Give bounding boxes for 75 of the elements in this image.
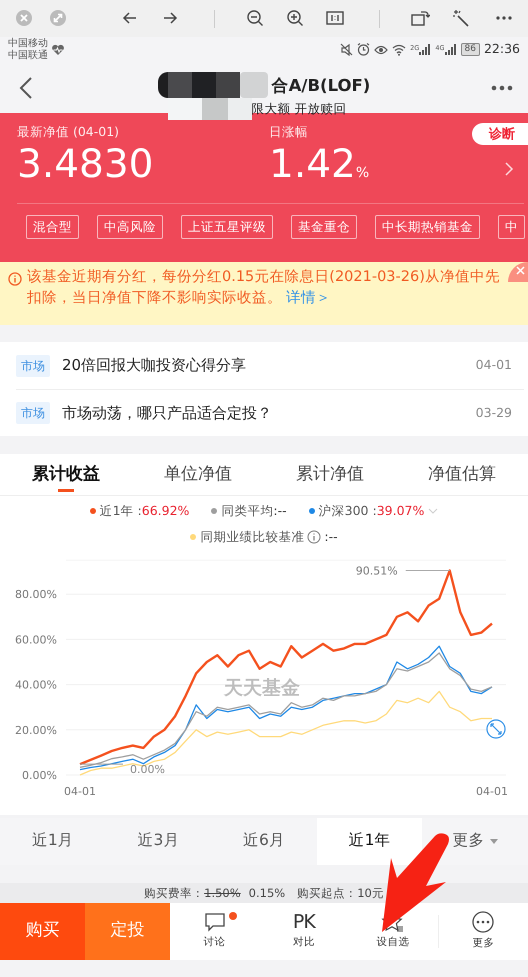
axis-label: 20.00% — [15, 723, 57, 736]
fee-label: 购买费率： — [144, 886, 204, 900]
more-icon[interactable] — [491, 84, 513, 90]
min-value-label: 0.00% — [130, 762, 165, 776]
chevron-right-icon[interactable] — [504, 161, 514, 177]
comment-icon — [204, 911, 226, 934]
more-action[interactable]: 更多 — [438, 902, 528, 960]
signal-icon — [444, 44, 457, 55]
original-fee: 1.50% — [204, 886, 241, 900]
category-tag: 市场 — [16, 402, 50, 424]
fund-tag: 中高风险 — [97, 214, 163, 240]
news-title[interactable]: 市场动荡，哪只产品适合定投？ — [62, 402, 272, 424]
caret-icon[interactable] — [490, 838, 498, 844]
legend-value: :-- — [324, 528, 338, 546]
fund-tag: 基金重仓 — [291, 214, 357, 240]
news-date: 03-29 — [476, 404, 512, 422]
chart-tab[interactable]: 单位净值 — [132, 454, 264, 495]
axis-label: 0.00% — [22, 768, 57, 782]
eye-icon — [374, 44, 388, 56]
period-tab[interactable]: 近3月 — [106, 818, 212, 864]
axis-label: 80.00% — [15, 588, 57, 601]
info-icon — [8, 272, 22, 286]
news-title[interactable]: 20倍回报大咖投资心得分享 — [62, 354, 246, 377]
period-tab[interactable]: 近1年 — [316, 818, 422, 864]
more-icon — [471, 910, 496, 934]
legend-value: 66.92% — [142, 502, 190, 520]
discount-fee: 0.15% — [248, 886, 286, 900]
news-date: 04-01 — [476, 356, 512, 374]
info-icon[interactable] — [307, 530, 322, 544]
fund-status: 限大额 开放赎回 — [250, 100, 348, 118]
comment-action[interactable]: 讨论 — [170, 902, 260, 960]
pk-action[interactable]: PK 对比 — [259, 902, 348, 960]
signal-icon — [419, 44, 432, 55]
mute-icon — [340, 43, 354, 56]
battery-level: 86 — [460, 43, 480, 56]
axis-label: 40.00% — [15, 678, 57, 692]
legend-name: 同期业绩比较基准 — [200, 528, 304, 546]
category-tag: 市场 — [16, 354, 50, 376]
period-tab[interactable]: 近6月 — [211, 818, 317, 864]
heart-rate-icon — [51, 44, 65, 56]
fund-tag: 上证五星评级 — [181, 214, 273, 240]
legend-value: 39.07% — [376, 502, 424, 520]
minimum-purchase: 购买起点：10元 — [297, 886, 384, 900]
carrier-name: 中国移动 — [8, 38, 48, 50]
chart-tab[interactable]: 累计收益 — [0, 454, 132, 495]
fund-title: 合A/B(LOF) — [272, 74, 370, 97]
back-icon[interactable] — [19, 76, 33, 100]
expand-icon[interactable] — [486, 718, 506, 738]
legend-name: 近1年 : — [100, 502, 142, 520]
axis-label: 04-01 — [476, 784, 508, 798]
alarm-icon — [357, 43, 370, 56]
wifi-icon — [392, 44, 406, 56]
period-tab[interactable]: 更多 — [422, 818, 528, 864]
max-value-label: 90.51% — [356, 564, 398, 577]
percent-unit: % — [356, 164, 370, 183]
axis-label: 60.00% — [15, 632, 57, 646]
carrier-name: 中国联通 — [8, 50, 48, 61]
period-tab[interactable]: 近1月 — [0, 818, 106, 864]
nav-value: 3.4830 — [17, 142, 154, 189]
chart-watermark: 天天基金 — [224, 676, 300, 698]
dividend-notice: 该基金近期有分红，每份分红0.15元在除息日(2021-03-26)从净值中先扣除，当日净值下降不影响实际收益。 详情＞ — [27, 268, 501, 308]
legend-name: 同类平均 — [221, 502, 274, 520]
diagnose-button[interactable]: 诊断 — [472, 123, 528, 145]
legend-value: :-- — [273, 502, 287, 520]
fund-tag: 混合型 — [26, 214, 79, 240]
nav-label: 最新净值 (04-01) — [17, 123, 120, 141]
fund-tag: 中 — [498, 214, 525, 240]
change-value: 1.42 — [269, 142, 356, 189]
axis-label: 04-01 — [64, 784, 96, 798]
clock-time: 22:36 — [484, 40, 520, 58]
chart-tab[interactable]: 累计净值 — [264, 454, 396, 495]
change-label: 日涨幅 — [269, 123, 309, 141]
fund-tag: 中长期热销基金 — [375, 214, 480, 240]
legend-name: 沪深300 : — [318, 502, 377, 520]
chart-tab[interactable]: 净值估算 — [396, 454, 528, 495]
